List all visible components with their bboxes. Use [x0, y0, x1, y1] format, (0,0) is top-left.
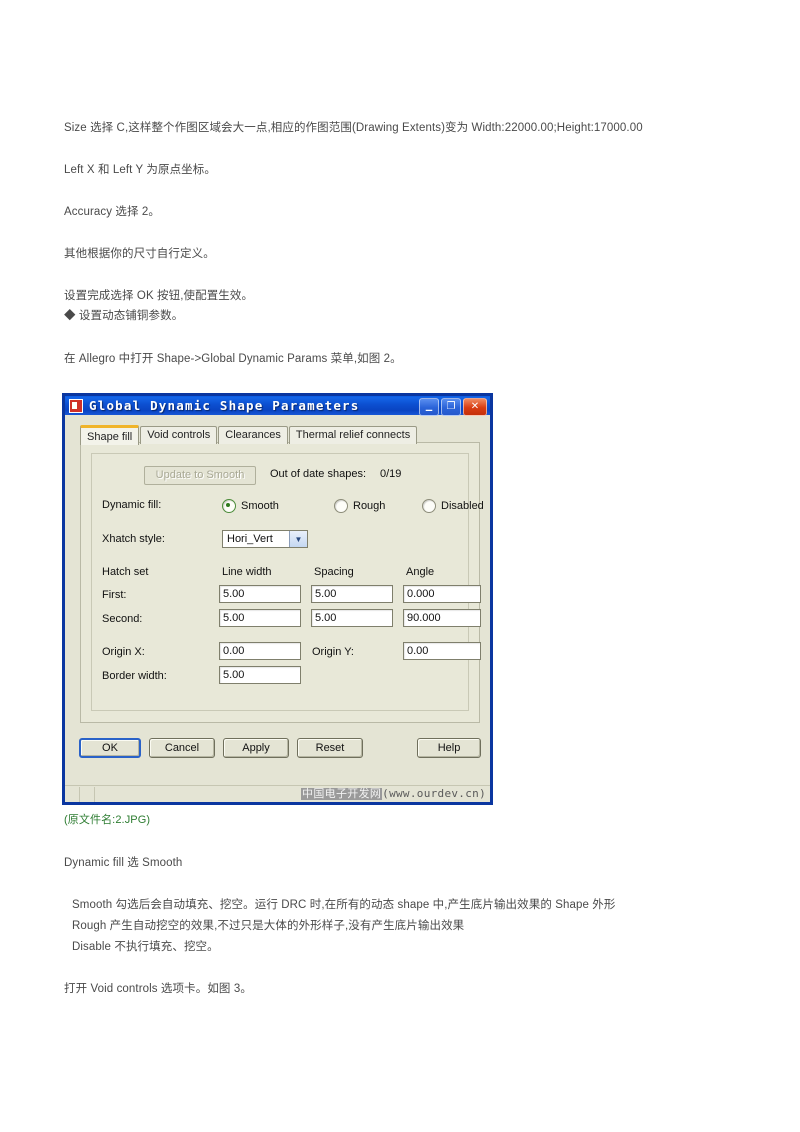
status-cell	[80, 786, 95, 802]
row-label-first: First:	[102, 589, 127, 601]
input-border-width[interactable]: 5.00	[219, 666, 301, 684]
watermark-url: (www.ourdev.cn)	[382, 787, 486, 800]
out-of-date-shapes-value: 0/19	[380, 468, 402, 480]
column-header-spacing: Spacing	[314, 566, 354, 578]
tab-void-controls[interactable]: Void controls	[140, 426, 218, 444]
help-button[interactable]: Help	[417, 738, 481, 758]
dialog-status-bar: 中国电子开发网(www.ourdev.cn)	[65, 785, 490, 802]
paragraph-bullet-dynamic-copper: ◆ 设置动态铺铜参数。	[64, 310, 184, 322]
input-origin-y[interactable]: 0.00	[403, 642, 481, 660]
column-header-angle: Angle	[406, 566, 435, 578]
tab-panel-shape-fill: Update to Smooth Out of date shapes: 0/1…	[80, 442, 484, 723]
paragraph-allegro-menu: 在 Allegro 中打开 Shape->Global Dynamic Para…	[64, 353, 402, 365]
close-icon: ✕	[470, 401, 480, 412]
input-second-angle[interactable]: 90.000	[403, 609, 481, 627]
chevron-down-icon[interactable]: ▼	[289, 531, 307, 547]
close-button[interactable]: ✕	[463, 398, 487, 416]
shape-fill-group: Update to Smooth Out of date shapes: 0/1…	[91, 453, 484, 711]
paragraph-size: Size 选择 C,这样整个作图区域会大一点,相应的作图范围(Drawing E…	[64, 122, 643, 134]
paragraph-dynamic-fill-choice: Dynamic fill 选 Smooth	[64, 857, 183, 869]
reset-button[interactable]: Reset	[297, 738, 363, 758]
paragraph-accuracy: Accuracy 选择 2。	[64, 206, 160, 218]
app-icon	[69, 398, 83, 413]
global-dynamic-shape-parameters-dialog: Global Dynamic Shape Parameters _ ❐ ✕ Sh…	[62, 393, 493, 805]
radio-label: Rough	[353, 500, 386, 512]
ok-button[interactable]: OK	[79, 738, 141, 758]
radio-dot-icon	[222, 499, 236, 513]
input-first-line-width[interactable]: 5.00	[219, 585, 301, 603]
radio-dynamic-fill-disabled[interactable]: Disabled	[422, 499, 484, 513]
xhatch-style-label: Xhatch style:	[102, 533, 165, 545]
input-second-spacing[interactable]: 5.00	[311, 609, 393, 627]
paragraph-left-xy: Left X 和 Left Y 为原点坐标。	[64, 164, 216, 176]
column-header-line-width: Line width	[222, 566, 272, 578]
window-controls: _ ❐ ✕	[419, 398, 487, 416]
maximize-icon: ❐	[446, 401, 456, 412]
dialog-title: Global Dynamic Shape Parameters	[89, 398, 360, 413]
document-page: Size 选择 C,这样整个作图区域会大一点,相应的作图范围(Drawing E…	[0, 0, 800, 1132]
apply-button[interactable]: Apply	[223, 738, 289, 758]
tab-shape-fill[interactable]: Shape fill	[80, 425, 140, 445]
radio-label: Smooth	[241, 500, 279, 512]
hatch-set-label: Hatch set	[102, 566, 149, 578]
radio-dot-icon	[422, 499, 436, 513]
input-second-line-width[interactable]: 5.00	[219, 609, 301, 627]
origin-y-label: Origin Y:	[312, 646, 354, 658]
maximize-button[interactable]: ❐	[441, 398, 461, 416]
radio-dynamic-fill-smooth[interactable]: Smooth	[222, 499, 279, 513]
xhatch-style-value: Hori_Vert	[227, 533, 273, 545]
xhatch-style-select[interactable]: Hori_Vert ▼	[222, 530, 308, 548]
watermark: 中国电子开发网(www.ourdev.cn)	[301, 785, 486, 801]
status-cell	[65, 786, 80, 802]
paragraph-void-controls: 打开 Void controls 选项卡。如图 3。	[64, 983, 252, 995]
watermark-site-name: 中国电子开发网	[301, 788, 383, 800]
input-origin-x[interactable]: 0.00	[219, 642, 301, 660]
minimize-icon: _	[425, 397, 433, 412]
image-filename-caption: (原文件名:2.JPG)	[64, 814, 151, 826]
cancel-button[interactable]: Cancel	[149, 738, 215, 758]
border-width-label: Border width:	[102, 670, 167, 682]
paragraph-disable-description: Disable 不执行填充、挖空。	[72, 941, 219, 953]
update-to-smooth-button[interactable]: Update to Smooth	[144, 466, 256, 485]
input-first-angle[interactable]: 0.000	[403, 585, 481, 603]
radio-label: Disabled	[441, 500, 484, 512]
tab-thermal-relief-connects[interactable]: Thermal relief connects	[288, 426, 418, 444]
dialog-button-row: OK Cancel Apply Reset Help	[79, 738, 481, 760]
paragraph-ok: 设置完成选择 OK 按钮,使配置生效。	[64, 290, 254, 302]
dialog-title-bar: Global Dynamic Shape Parameters _ ❐ ✕	[62, 393, 493, 416]
radio-dynamic-fill-rough[interactable]: Rough	[334, 499, 385, 513]
minimize-button[interactable]: _	[419, 398, 439, 416]
input-first-spacing[interactable]: 5.00	[311, 585, 393, 603]
row-label-second: Second:	[102, 613, 143, 625]
tab-bar: Shape fill Void controls Clearances Ther…	[80, 424, 418, 445]
paragraph-other: 其他根据你的尺寸自行定义。	[64, 248, 215, 260]
paragraph-rough-description: Rough 产生自动挖空的效果,不过只是大体的外形样子,没有产生底片输出效果	[72, 920, 465, 932]
paragraph-smooth-description: Smooth 勾选后会自动填充、挖空。运行 DRC 时,在所有的动态 shape…	[72, 899, 616, 911]
tab-clearances[interactable]: Clearances	[218, 426, 288, 444]
radio-dot-icon	[334, 499, 348, 513]
dynamic-fill-label: Dynamic fill:	[102, 499, 162, 511]
out-of-date-shapes-label: Out of date shapes:	[270, 468, 367, 480]
origin-x-label: Origin X:	[102, 646, 145, 658]
